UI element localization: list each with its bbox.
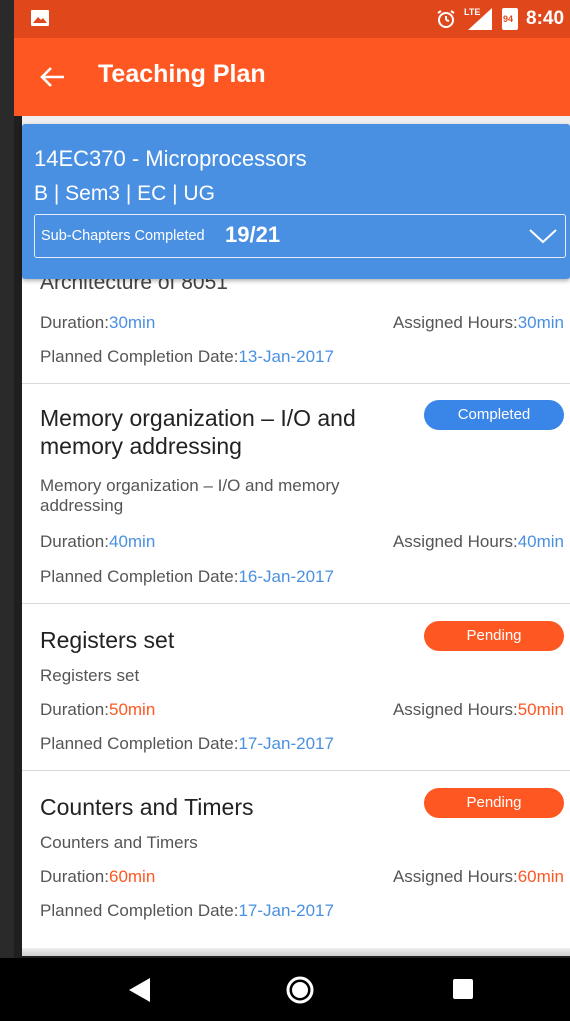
- planned-date: 13-Jan-2017: [238, 347, 334, 366]
- duration-value: 60min: [108, 867, 156, 886]
- assigned-label: Assigned Hours:: [392, 532, 518, 551]
- status-time: 8:40: [526, 8, 565, 29]
- planned-date: 16-Jan-2017: [238, 567, 334, 586]
- status-badge-completed: Completed: [424, 400, 564, 430]
- assigned-value: 40min: [517, 532, 564, 551]
- page-title: Teaching Plan: [98, 60, 266, 88]
- battery-level: 94: [503, 14, 514, 24]
- planned-label: Planned Completion Date:: [40, 901, 239, 920]
- duration-label: Duration:: [40, 532, 109, 551]
- item-title: Registers set: [40, 627, 175, 653]
- planned-label: Planned Completion Date:: [40, 347, 239, 366]
- item-description: Registers set: [40, 666, 140, 685]
- duration-label: Duration:: [40, 700, 109, 719]
- nav-home-icon[interactable]: [284, 974, 316, 1006]
- lte-label: LTE: [464, 7, 481, 17]
- progress-label: Sub-Chapters Completed: [41, 228, 205, 244]
- assigned-label: Assigned Hours:: [392, 313, 518, 332]
- planned-label: Planned Completion Date:: [40, 567, 239, 586]
- assigned-label: Assigned Hours:: [392, 867, 518, 886]
- app-bar: Teaching Plan: [14, 38, 570, 116]
- list-item[interactable]: Registers set Pending Registers set Dura…: [22, 604, 570, 771]
- list-item[interactable]: Counters and Timers Pending Counters and…: [22, 771, 570, 950]
- item-title: Counters and Timers: [40, 794, 254, 820]
- assigned-value: 60min: [517, 867, 564, 886]
- status-badge-pending: Pending: [424, 788, 564, 818]
- sub-chapter-list[interactable]: Architecture of 8051 Duration:30min Assi…: [22, 279, 570, 950]
- signal-icon: LTE: [464, 7, 494, 30]
- nav-recent-icon[interactable]: [452, 978, 474, 1000]
- course-subtitle: B | Sem3 | EC | UG: [34, 182, 215, 205]
- planned-label: Planned Completion Date:: [40, 734, 239, 753]
- status-bar: LTE 94 8:40: [14, 0, 570, 38]
- status-badge-pending: Pending: [424, 621, 564, 651]
- item-description: Memory organization – I/O and memory add…: [40, 476, 340, 515]
- duration-value: 50min: [108, 700, 156, 719]
- progress-count: 19/21: [225, 222, 281, 247]
- duration-value: 30min: [108, 313, 156, 332]
- duration-value: 40min: [108, 532, 156, 551]
- list-item[interactable]: Architecture of 8051 Duration:30min Assi…: [22, 279, 570, 384]
- list-item[interactable]: Memory organization – I/O and memory add…: [22, 384, 570, 604]
- battery-icon: 94: [502, 8, 518, 30]
- image-icon: [31, 10, 49, 26]
- left-frame: [0, 0, 14, 1021]
- assigned-value: 50min: [517, 700, 564, 719]
- item-title: Architecture of 8051: [40, 279, 228, 294]
- item-title: Memory organization – I/O and memory add…: [40, 405, 356, 459]
- course-header-card: 14EC370 - Microprocessors B | Sem3 | EC …: [22, 124, 570, 279]
- planned-date: 17-Jan-2017: [238, 901, 334, 920]
- item-description: Counters and Timers: [40, 833, 198, 852]
- assigned-value: 30min: [517, 313, 564, 332]
- chevron-down-icon[interactable]: [527, 225, 559, 247]
- planned-date: 17-Jan-2017: [238, 734, 334, 753]
- duration-label: Duration:: [40, 867, 109, 886]
- alarm-icon: [437, 10, 455, 28]
- back-arrow-icon[interactable]: [38, 62, 68, 92]
- nav-back-icon[interactable]: [126, 976, 152, 1004]
- assigned-label: Assigned Hours:: [392, 700, 518, 719]
- navigation-bar: [0, 958, 570, 1021]
- sub-chapters-dropdown[interactable]: Sub-Chapters Completed 19/21: [34, 214, 566, 258]
- duration-label: Duration:: [40, 313, 109, 332]
- course-title: 14EC370 - Microprocessors: [34, 146, 307, 171]
- status-icons: LTE 94 8:40: [436, 0, 570, 38]
- screen: LTE 94 8:40 Teaching Plan Architecture o…: [0, 0, 570, 1021]
- list-bottom-edge: [22, 948, 570, 956]
